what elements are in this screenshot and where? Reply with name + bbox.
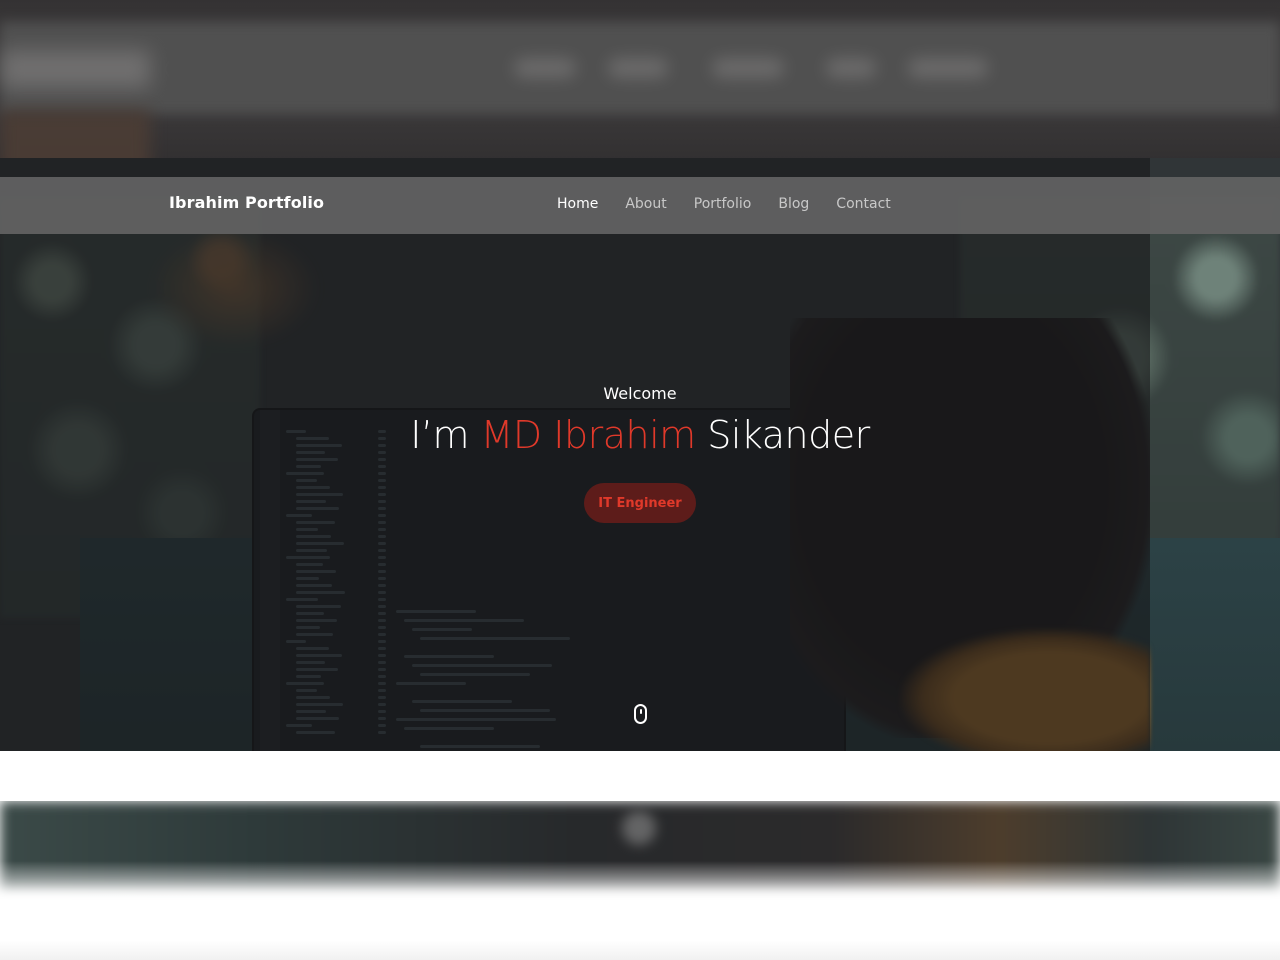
welcome-text: Welcome [603, 384, 677, 403]
headline-prefix: I’m [410, 413, 481, 457]
blurred-link-ghost [608, 58, 668, 78]
brand-logo[interactable]: Ibrahim Portfolio [169, 193, 324, 212]
blurred-light-dot [622, 811, 656, 845]
nav-link-portfolio[interactable]: Portfolio [694, 196, 752, 212]
blurred-link-ghost [712, 58, 784, 78]
nav-link-home[interactable]: Home [557, 196, 598, 212]
blurred-background-top [0, 0, 1280, 178]
blurred-brand-ghost [0, 50, 150, 88]
navbar: Ibrahim Portfolio Home About Portfolio B… [0, 177, 1280, 234]
nav-links: Home About Portfolio Blog Contact [557, 196, 918, 212]
headline-suffix: Sikander [695, 413, 870, 457]
blurred-link-ghost [908, 58, 988, 78]
headline-name: MD Ibrahim [480, 413, 697, 457]
nav-link-about[interactable]: About [625, 196, 666, 212]
page: Ibrahim Portfolio Home About Portfolio B… [0, 0, 1280, 960]
mouse-icon[interactable] [634, 704, 647, 724]
hero-headline: I’m MD Ibrahim Sikander [0, 413, 1280, 457]
nav-link-contact[interactable]: Contact [836, 196, 890, 212]
nav-link-blog[interactable]: Blog [778, 196, 809, 212]
white-band [0, 751, 1280, 801]
bottom-fade [0, 861, 1280, 960]
role-badge: IT Engineer [584, 483, 696, 523]
blurred-link-ghost [826, 58, 876, 78]
role-label: IT Engineer [598, 495, 682, 511]
blurred-link-ghost [514, 58, 576, 78]
blurred-background-bottom [0, 801, 1280, 960]
